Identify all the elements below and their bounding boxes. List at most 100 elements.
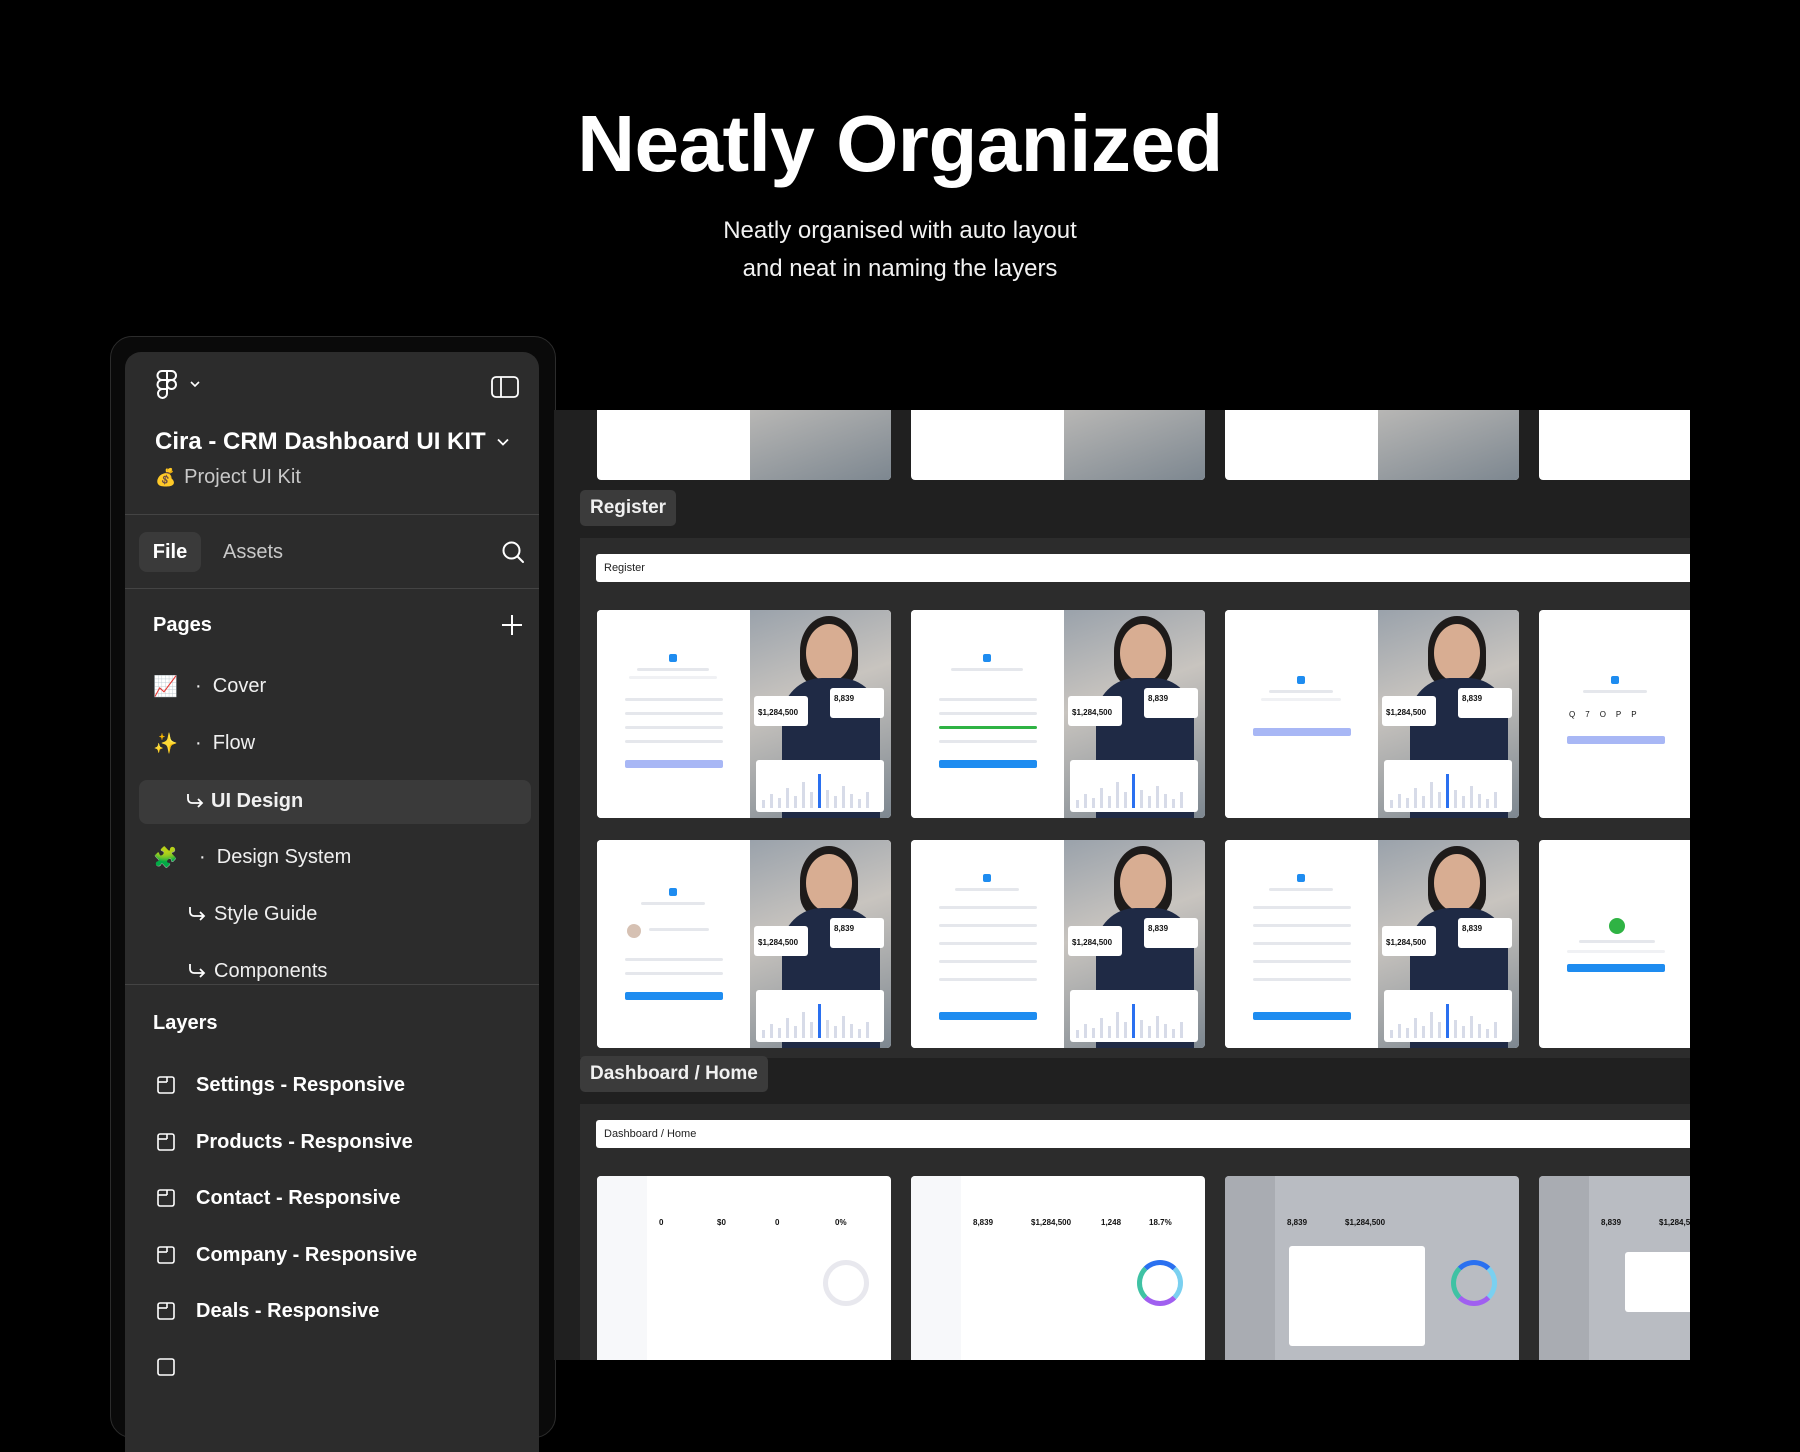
register-screen-set-company[interactable]: $1,284,500 8,839 bbox=[911, 840, 1205, 1048]
chart-bar bbox=[1462, 796, 1465, 808]
chart-bar bbox=[810, 1022, 813, 1038]
chart-bar bbox=[1180, 792, 1183, 808]
dashboard-screen-search[interactable]: 8,839 $1,284,500 bbox=[1539, 1176, 1690, 1360]
chart-bar bbox=[1454, 1020, 1457, 1038]
frame-thumbnail[interactable] bbox=[597, 410, 891, 480]
chart-bar bbox=[1164, 794, 1167, 808]
section-label-dashboard[interactable]: Dashboard / Home bbox=[580, 1056, 768, 1092]
figma-logo-icon[interactable] bbox=[155, 370, 179, 400]
chart-bar bbox=[1486, 799, 1489, 808]
chart-bar bbox=[1494, 792, 1497, 808]
chart-bar bbox=[1076, 1030, 1079, 1038]
dashboard-screen-empty[interactable]: 0 $0 0 0% bbox=[597, 1176, 891, 1360]
register-screen-set-company-filled[interactable]: $1,284,500 8,839 bbox=[1225, 840, 1519, 1048]
chart-bar bbox=[1398, 794, 1401, 808]
chart-bar bbox=[802, 1012, 805, 1038]
chart-bar bbox=[1172, 1029, 1175, 1038]
sidebar-toggle-icon[interactable] bbox=[491, 376, 519, 398]
page-label: · Design System bbox=[199, 846, 352, 868]
dashboard-screen-modal[interactable]: 8,839 $1,284,500 bbox=[1225, 1176, 1519, 1360]
search-icon[interactable] bbox=[501, 540, 525, 564]
chart-bar bbox=[1156, 786, 1159, 808]
page-item-flow[interactable]: ✨ · Flow bbox=[125, 722, 539, 766]
register-screen-completed[interactable] bbox=[1539, 840, 1690, 1048]
divider bbox=[125, 984, 539, 985]
page-label: Components bbox=[214, 960, 328, 982]
frame-thumbnail[interactable] bbox=[911, 410, 1205, 480]
frame-thumbnail[interactable] bbox=[1539, 410, 1690, 480]
layer-item[interactable]: Settings - Responsive bbox=[125, 1064, 539, 1108]
tab-assets[interactable]: Assets bbox=[223, 532, 283, 572]
chart-bar bbox=[842, 1016, 845, 1038]
layer-item[interactable] bbox=[125, 1346, 539, 1390]
layer-item[interactable]: Contact - Responsive bbox=[125, 1177, 539, 1221]
chart-bar bbox=[1486, 1029, 1489, 1038]
chart-bar bbox=[1124, 792, 1127, 808]
frame-icon bbox=[157, 1133, 175, 1151]
layer-item[interactable]: Products - Responsive bbox=[125, 1121, 539, 1165]
chart-bar bbox=[1406, 798, 1409, 808]
dashboard-screen-filled[interactable]: 8,839 $1,284,500 1,248 18.7% bbox=[911, 1176, 1205, 1360]
project-title[interactable]: Cira - CRM Dashboard UI KIT bbox=[155, 428, 486, 456]
chart-bar bbox=[762, 1030, 765, 1038]
layer-label: Company - Responsive bbox=[196, 1244, 418, 1266]
add-page-icon[interactable] bbox=[501, 614, 523, 636]
success-check-icon bbox=[1609, 918, 1625, 934]
page-item-cover[interactable]: 📈 · Cover bbox=[125, 665, 539, 709]
page-label: UI Design bbox=[211, 790, 304, 812]
project-subtitle-text: Project UI Kit bbox=[184, 466, 301, 488]
chart-bar bbox=[1076, 800, 1079, 808]
chart-bar bbox=[1116, 1012, 1119, 1038]
divider bbox=[125, 588, 539, 589]
register-screen-create-account[interactable]: $1,284,500 8,839 bbox=[597, 610, 891, 818]
chart-bar bbox=[1116, 782, 1119, 808]
chart-bar bbox=[1414, 1018, 1417, 1038]
chart-bar bbox=[818, 1004, 821, 1038]
register-screen-create-account-filled[interactable]: $1,284,500 8,839 bbox=[911, 610, 1205, 818]
chart-bar bbox=[850, 1024, 853, 1038]
design-canvas[interactable]: Register Register $1,284,500 8,839 $1,28… bbox=[554, 410, 1690, 1360]
chevron-down-icon[interactable] bbox=[190, 380, 200, 388]
chart-bar bbox=[1084, 794, 1087, 808]
register-screen-set-profile[interactable]: $1,284,500 8,839 bbox=[597, 840, 891, 1048]
page-item-style-guide[interactable]: Style Guide bbox=[125, 893, 539, 937]
tab-file[interactable]: File bbox=[139, 532, 201, 572]
chart-bar bbox=[1140, 790, 1143, 808]
chart-bar bbox=[1494, 1022, 1497, 1038]
money-bag-icon: 💰 bbox=[155, 468, 177, 487]
layer-label: Settings - Responsive bbox=[196, 1074, 405, 1096]
chart-bar bbox=[1390, 1030, 1393, 1038]
section-label-register[interactable]: Register bbox=[580, 490, 677, 526]
hero-subtitle: Neatly organised with auto layout and ne… bbox=[0, 212, 1800, 288]
page-item-design-system[interactable]: 🧩 · Design System bbox=[125, 836, 539, 880]
hero-subtitle-line-1: Neatly organised with auto layout bbox=[723, 217, 1077, 244]
chart-bar bbox=[794, 1026, 797, 1038]
chart-bar bbox=[1390, 800, 1393, 808]
chart-bar bbox=[1446, 774, 1449, 808]
chart-bar bbox=[810, 792, 813, 808]
chart-bar bbox=[1092, 798, 1095, 808]
chart-bar bbox=[786, 1018, 789, 1038]
register-screen-verify-email[interactable]: $1,284,500 8,839 bbox=[1225, 610, 1519, 818]
search-popup bbox=[1625, 1252, 1690, 1312]
page-item-ui-design[interactable]: UI Design bbox=[139, 780, 531, 824]
chart-bar bbox=[1100, 1018, 1103, 1038]
chart-bar bbox=[1430, 1012, 1433, 1038]
register-screen-verify-otp[interactable]: Q7OPP bbox=[1539, 610, 1690, 818]
frame-thumbnail[interactable] bbox=[1225, 410, 1519, 480]
chevron-down-icon[interactable] bbox=[497, 438, 509, 446]
chart-bar bbox=[1406, 1028, 1409, 1038]
chart-bar bbox=[1470, 1016, 1473, 1038]
page-item-components[interactable]: Components bbox=[125, 950, 539, 994]
hero-subtitle-line-2: and neat in naming the layers bbox=[742, 255, 1058, 282]
frame-icon bbox=[157, 1246, 175, 1264]
chart-bar bbox=[1132, 1004, 1135, 1038]
chart-bar bbox=[1446, 1004, 1449, 1038]
chart-bar bbox=[1454, 790, 1457, 808]
chart-bar bbox=[842, 786, 845, 808]
subpage-arrow-icon bbox=[189, 964, 206, 978]
hero-photo bbox=[1378, 410, 1519, 480]
layer-item[interactable]: Company - Responsive bbox=[125, 1234, 539, 1278]
layer-item[interactable]: Deals - Responsive bbox=[125, 1290, 539, 1334]
chart-bar bbox=[786, 788, 789, 808]
